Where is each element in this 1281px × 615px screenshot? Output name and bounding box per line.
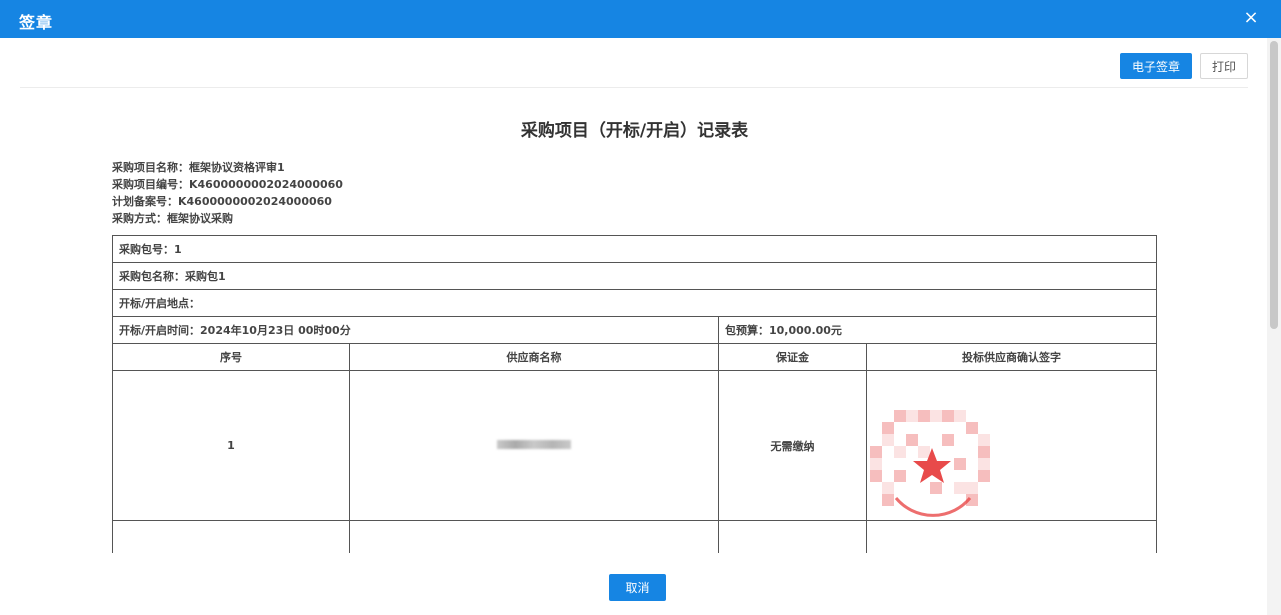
redacted-supplier-name: [497, 440, 571, 449]
row-index-empty: [112, 520, 350, 553]
dialog-titlebar: 签章 ×: [0, 0, 1281, 38]
close-icon[interactable]: ×: [1241, 7, 1261, 29]
budget-cell: 包预算：10,000.00元: [717, 316, 1157, 344]
scrollbar-thumb[interactable]: [1270, 41, 1278, 329]
package-name-cell: 采购包名称：采购包1: [112, 262, 1157, 290]
esign-button[interactable]: 电子签章: [1120, 53, 1192, 79]
record-table-container[interactable]: 采购包号：1 采购包名称：采购包1 开标/开启地点： 开标/开启时间：2024年…: [112, 235, 1157, 553]
print-button[interactable]: 打印: [1200, 53, 1248, 79]
cancel-button[interactable]: 取消: [609, 574, 666, 601]
opening-location-cell: 开标/开启地点：: [112, 289, 1157, 317]
table-row: [112, 520, 1157, 553]
vertical-scrollbar[interactable]: [1267, 38, 1281, 615]
info-project-number: 采购项目编号：K4600000002024000060: [112, 178, 343, 191]
info-project-name: 采购项目名称：框架协议资格评审1: [112, 161, 285, 174]
row-supplier-name: [349, 370, 719, 521]
record-table: 采购包号：1 采购包名称：采购包1 开标/开启地点： 开标/开启时间：2024年…: [112, 235, 1157, 553]
package-number-cell: 采购包号：1: [112, 235, 1157, 263]
header-index: 序号: [112, 343, 350, 371]
row-supplier-empty: [349, 520, 719, 553]
dialog-title: 签章: [19, 13, 54, 32]
info-plan-record-number: 计划备案号：K4600000002024000060: [112, 195, 332, 208]
document-title: 采购项目（开标/开启）记录表: [520, 121, 749, 141]
row-deposit: 无需缴纳: [718, 370, 867, 521]
row-index: 1: [112, 370, 350, 521]
opening-time-cell: 开标/开启时间：2024年10月23日 00时00分: [112, 316, 719, 344]
header-supplier-name: 供应商名称: [349, 343, 719, 371]
header-supplier-signature: 投标供应商确认签字: [865, 343, 1157, 371]
header-deposit: 保证金: [718, 343, 867, 371]
red-seal-stamp-icon: [870, 410, 990, 517]
toolbar-divider: [20, 87, 1248, 88]
project-info: 采购项目名称：框架协议资格评审1 采购项目编号：K460000000202400…: [112, 159, 343, 227]
row-deposit-empty: [718, 520, 867, 553]
info-procurement-method: 采购方式：框架协议采购: [112, 212, 233, 225]
table-row: 1 无需缴纳: [112, 370, 1157, 521]
